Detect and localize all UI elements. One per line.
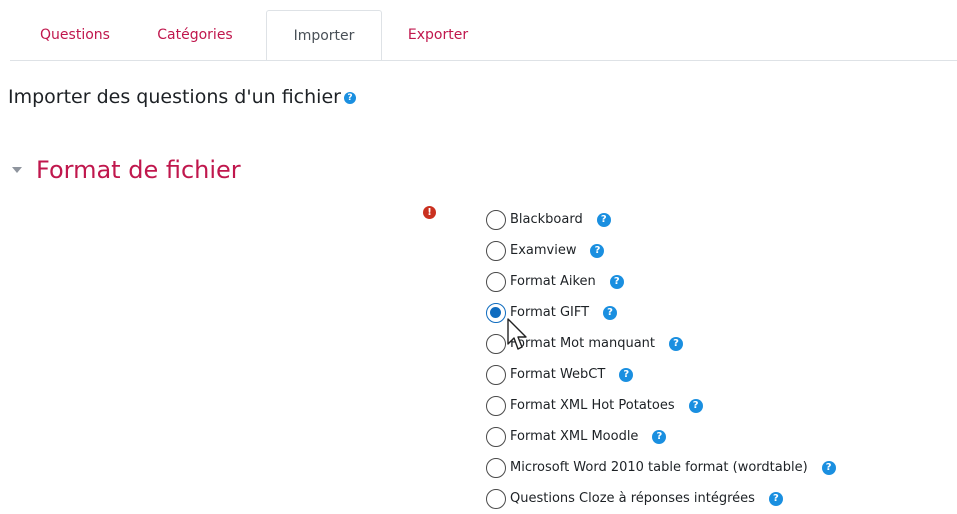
format-option-examview[interactable]: Examview ? bbox=[486, 235, 836, 266]
format-option-aiken[interactable]: Format Aiken ? bbox=[486, 266, 836, 297]
format-option-gift[interactable]: Format GIFT ? bbox=[486, 297, 836, 328]
format-radio-group: Blackboard ? Examview ? Format Aiken ? F… bbox=[486, 204, 836, 514]
format-option-xml-moodle[interactable]: Format XML Moodle ? bbox=[486, 421, 836, 452]
help-icon[interactable]: ? bbox=[609, 274, 624, 289]
radio-button[interactable] bbox=[486, 488, 506, 509]
format-label: Format XML Moodle bbox=[510, 429, 639, 444]
help-icon[interactable]: ? bbox=[603, 305, 618, 320]
help-icon[interactable]: ? bbox=[652, 429, 667, 444]
format-label: Format Mot manquant bbox=[510, 336, 656, 351]
radio-button[interactable] bbox=[486, 395, 506, 416]
tab-exporter[interactable]: Exporter bbox=[388, 10, 488, 60]
chevron-down-icon bbox=[12, 167, 22, 173]
format-option-blackboard[interactable]: Blackboard ? bbox=[486, 204, 836, 235]
radio-button[interactable] bbox=[486, 333, 506, 354]
help-icon[interactable]: ? bbox=[821, 460, 836, 475]
help-icon[interactable]: ? bbox=[688, 398, 703, 413]
tab-importer[interactable]: Importer bbox=[266, 10, 382, 61]
page-title-text: Importer des questions d'un fichier bbox=[8, 86, 341, 108]
radio-button[interactable] bbox=[486, 271, 506, 292]
format-label: Blackboard bbox=[510, 212, 583, 227]
format-label: Format WebCT bbox=[510, 367, 606, 382]
help-icon[interactable]: ? bbox=[669, 336, 684, 351]
nav-tabs: Questions Catégories Importer Exporter bbox=[0, 10, 957, 61]
radio-button[interactable] bbox=[486, 457, 506, 478]
format-label: Microsoft Word 2010 table format (wordta… bbox=[510, 460, 808, 475]
page-title: Importer des questions d'un fichier? bbox=[8, 86, 356, 108]
help-icon[interactable]: ? bbox=[343, 91, 356, 104]
radio-button[interactable] bbox=[486, 426, 506, 447]
format-option-hot-potatoes[interactable]: Format XML Hot Potatoes ? bbox=[486, 390, 836, 421]
format-label: Questions Cloze à réponses intégrées bbox=[510, 491, 755, 506]
section-title: Format de fichier bbox=[36, 156, 241, 184]
format-option-wordtable[interactable]: Microsoft Word 2010 table format (wordta… bbox=[486, 452, 836, 483]
format-label: Format GIFT bbox=[510, 305, 590, 320]
help-icon[interactable]: ? bbox=[768, 491, 783, 506]
format-option-cloze[interactable]: Questions Cloze à réponses intégrées ? bbox=[486, 483, 836, 514]
radio-button[interactable] bbox=[486, 364, 506, 385]
required-icon: ! bbox=[423, 206, 436, 219]
section-header-file-format[interactable]: Format de fichier bbox=[12, 156, 241, 184]
radio-button[interactable] bbox=[486, 209, 506, 230]
help-icon[interactable]: ? bbox=[619, 367, 634, 382]
format-option-webct[interactable]: Format WebCT ? bbox=[486, 359, 836, 390]
format-label: Format Aiken bbox=[510, 274, 596, 289]
help-icon[interactable]: ? bbox=[590, 243, 605, 258]
format-label: Examview bbox=[510, 243, 577, 258]
radio-button-selected[interactable] bbox=[486, 302, 506, 323]
tab-categories[interactable]: Catégories bbox=[140, 10, 250, 60]
help-icon[interactable]: ? bbox=[596, 212, 611, 227]
radio-button[interactable] bbox=[486, 240, 506, 261]
tabs-divider bbox=[10, 60, 957, 61]
format-label: Format XML Hot Potatoes bbox=[510, 398, 675, 413]
format-option-missing-word[interactable]: Format Mot manquant ? bbox=[486, 328, 836, 359]
tab-questions[interactable]: Questions bbox=[20, 10, 130, 60]
